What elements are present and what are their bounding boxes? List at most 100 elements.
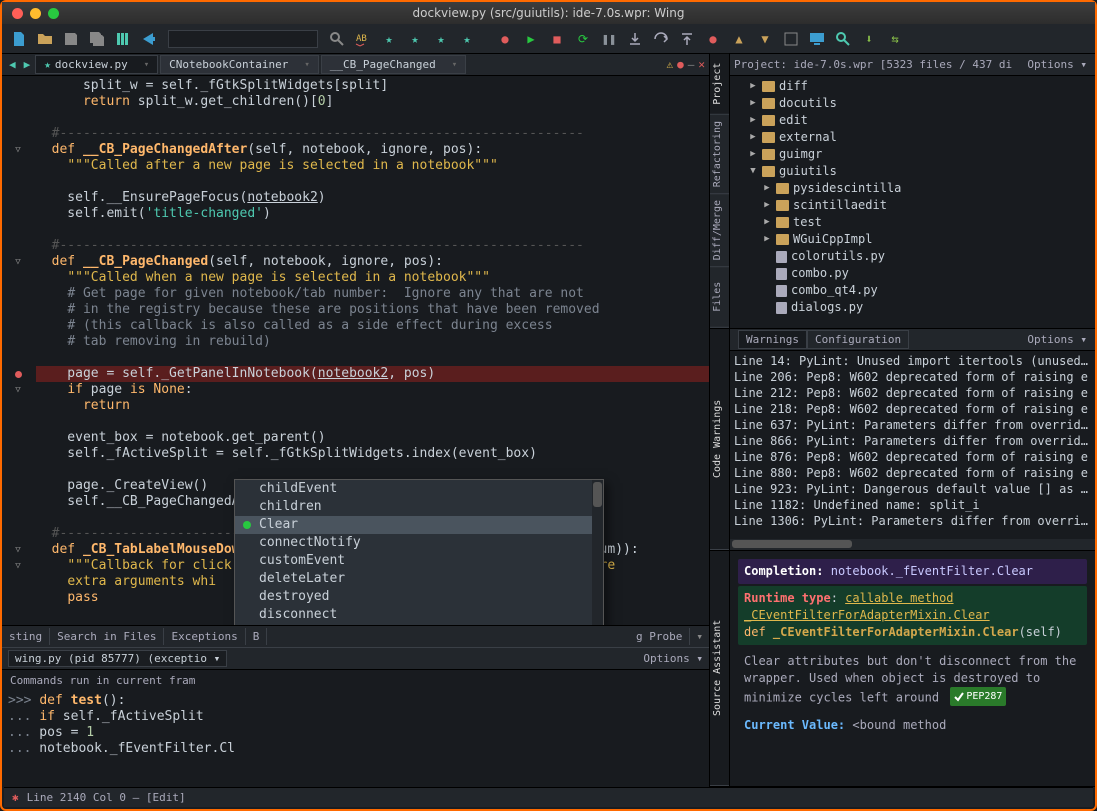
open-folder-icon[interactable] [34, 28, 56, 50]
warnings-list[interactable]: Line 14: PyLint: Unused import itertools… [730, 351, 1095, 539]
pause-icon[interactable]: ❚❚ [598, 28, 620, 50]
tree-item[interactable]: dialogs.py [734, 299, 1091, 316]
bookmark-gear-icon[interactable]: ★ [430, 28, 452, 50]
vtab-files[interactable]: Files [710, 267, 729, 328]
bookmark-star-icon[interactable]: ★ [378, 28, 400, 50]
scrollbar[interactable] [592, 480, 603, 625]
tree-item[interactable]: combo_qt4.py [734, 282, 1091, 299]
tree-item[interactable]: ▶scintillaedit [734, 197, 1091, 214]
runtime-class-link[interactable]: _CEventFilterForAdapterMixin.Clear [744, 608, 990, 622]
monitor-icon[interactable] [806, 28, 828, 50]
warnings-options[interactable]: Options ▾ [1027, 333, 1087, 346]
status-bar: ✱ Line 2140 Col 0 – [Edit] [4, 787, 1093, 807]
autocomplete-item[interactable]: deleteLater [235, 570, 603, 588]
tree-item[interactable]: ▶test [734, 214, 1091, 231]
run-icon[interactable]: ▶ [520, 28, 542, 50]
close-tab-icon[interactable]: ✕ [698, 58, 705, 71]
tree-item[interactable]: ▶external [734, 129, 1091, 146]
class-dropdown[interactable]: CNotebookContainer▾ [160, 55, 319, 74]
bug-icon[interactable]: ✱ [12, 791, 19, 804]
bookmark-run-icon[interactable]: ★ [404, 28, 426, 50]
tree-item[interactable]: colorutils.py [734, 248, 1091, 265]
warning-row[interactable]: Line 880: Pep8: W602 deprecated form of … [734, 465, 1091, 481]
tool-tab[interactable]: Exceptions [164, 628, 245, 645]
restart-icon[interactable]: ⟳ [572, 28, 594, 50]
warning-row[interactable]: Line 212: Pep8: W602 deprecated form of … [734, 385, 1091, 401]
autocomplete-item[interactable]: destroyed [235, 588, 603, 606]
vtab-code-warnings[interactable]: Code Warnings [710, 329, 729, 550]
options-menu[interactable]: Options ▾ [643, 652, 703, 665]
search-input[interactable] [168, 30, 318, 48]
search-icon[interactable] [326, 28, 348, 50]
breakpoint-icon[interactable]: ● [702, 28, 724, 50]
vtab-project[interactable]: Project [710, 54, 729, 115]
frame-down-icon[interactable]: ▼ [754, 28, 776, 50]
autocomplete-item[interactable]: connectNotify [235, 534, 603, 552]
tool-tab[interactable]: Search in Files [50, 628, 164, 645]
bookmark-add-icon[interactable]: ★ [456, 28, 478, 50]
runtime-type-link[interactable]: callable method [845, 591, 953, 605]
subtab-warnings[interactable]: Warnings [738, 330, 807, 349]
warning-row[interactable]: Line 218: Pep8: W602 deprecated form of … [734, 401, 1091, 417]
tree-item[interactable]: ▶WGuiCppImpl [734, 231, 1091, 248]
zoom-icon[interactable] [832, 28, 854, 50]
method-dropdown[interactable]: __CB_PageChanged▾ [321, 55, 466, 74]
sync-icon[interactable]: ⇆ [884, 28, 906, 50]
warning-icon[interactable]: ⚠ [667, 58, 674, 71]
vtab-source-assistant[interactable]: Source Assistant [710, 551, 729, 786]
autocomplete-item[interactable]: customEvent [235, 552, 603, 570]
autocomplete-item[interactable]: Clear [235, 516, 603, 534]
tree-item[interactable]: ▶pysidescintilla [734, 180, 1091, 197]
warning-row[interactable]: Line 637: PyLint: Parameters differ from… [734, 417, 1091, 433]
tool-tab-probe[interactable]: g Probe [629, 628, 690, 645]
warning-row[interactable]: Line 923: PyLint: Dangerous default valu… [734, 481, 1091, 497]
warning-row[interactable]: Line 14: PyLint: Unused import itertools… [734, 353, 1091, 369]
autocomplete-item[interactable]: disconnect [235, 606, 603, 624]
code-editor[interactable]: ▽▽▽▽▽ split_w = self._fGtkSplitWidgets[s… [2, 76, 709, 625]
debug-repl[interactable]: >>> def test():... if self._fActiveSplit… [2, 691, 709, 787]
lock-icon[interactable]: – [688, 58, 695, 71]
indent-icon[interactable] [112, 28, 134, 50]
record-icon[interactable]: ● [494, 28, 516, 50]
tree-item[interactable]: ▶docutils [734, 95, 1091, 112]
error-icon[interactable]: ● [677, 58, 684, 71]
save-icon[interactable] [60, 28, 82, 50]
warning-row[interactable]: Line 1182: Undefined name: split_i [734, 497, 1091, 513]
warning-row[interactable]: Line 876: Pep8: W602 deprecated form of … [734, 449, 1091, 465]
tool-tab[interactable]: sting [2, 628, 50, 645]
project-tree[interactable]: ▶diff▶docutils▶edit▶external▶guimgr▼guiu… [730, 76, 1095, 328]
vtab-diff/merge[interactable]: Diff/Merge [710, 194, 729, 267]
download-icon[interactable]: ⬇ [858, 28, 880, 50]
tree-item[interactable]: ▼guiutils [734, 163, 1091, 180]
vtab-refactoring[interactable]: Refactoring [710, 115, 729, 194]
file-tab[interactable]: ★dockview.py▾ [35, 55, 158, 74]
tree-item[interactable]: ▶guimgr [734, 146, 1091, 163]
warning-row[interactable]: Line 866: PyLint: Parameters differ from… [734, 433, 1091, 449]
tree-item[interactable]: ▶edit [734, 112, 1091, 129]
stop-icon[interactable]: ■ [546, 28, 568, 50]
goto-icon[interactable] [138, 28, 160, 50]
project-panel: ProjectRefactoringDiff/MergeFiles Projec… [710, 54, 1095, 329]
new-file-icon[interactable] [8, 28, 30, 50]
process-dropdown[interactable]: wing.py (pid 85777) (exceptio ▾ [8, 650, 227, 667]
autocomplete-item[interactable]: disconnectNotify [235, 624, 603, 625]
scrollbar[interactable] [730, 539, 1095, 550]
autocomplete-item[interactable]: children [235, 498, 603, 516]
save-all-icon[interactable] [86, 28, 108, 50]
spellcheck-icon[interactable]: AB [352, 28, 374, 50]
autocomplete-item[interactable]: childEvent [235, 480, 603, 498]
frame-up-icon[interactable]: ▲ [728, 28, 750, 50]
tree-item[interactable]: ▶diff [734, 78, 1091, 95]
warning-row[interactable]: Line 206: Pep8: W602 deprecated form of … [734, 369, 1091, 385]
project-options[interactable]: Options ▾ [1027, 58, 1087, 71]
subtab-configuration[interactable]: Configuration [807, 330, 909, 349]
step-in-icon[interactable] [624, 28, 646, 50]
tree-item[interactable]: combo.py [734, 265, 1091, 282]
tool-tab[interactable]: B [246, 628, 268, 645]
clear-icon[interactable] [780, 28, 802, 50]
step-over-icon[interactable] [650, 28, 672, 50]
warning-row[interactable]: Line 1306: PyLint: Parameters differ fro… [734, 513, 1091, 529]
step-out-icon[interactable] [676, 28, 698, 50]
nav-fwd-icon[interactable]: ▶ [21, 58, 34, 71]
nav-back-icon[interactable]: ◀ [6, 58, 19, 71]
